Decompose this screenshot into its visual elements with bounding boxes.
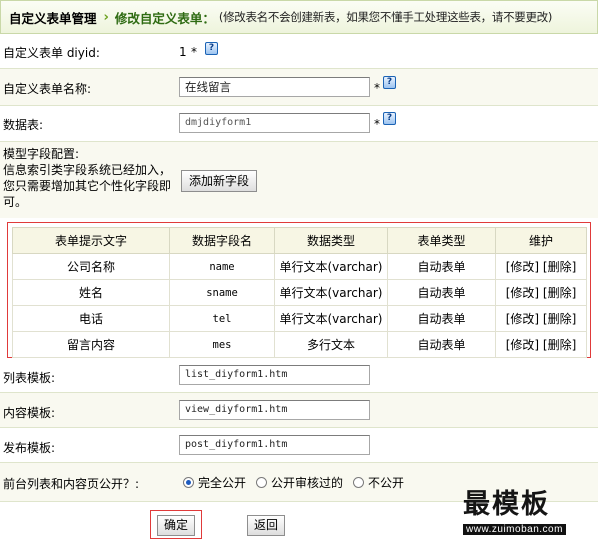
fields-table-box: 表单提示文字 数据字段名 数据类型 表单类型 维护 公司名称 name 单行文本… <box>7 222 591 358</box>
field-form-type: 自动表单 <box>387 253 496 280</box>
diyid-label: 自定义表单 diyid: <box>3 46 100 60</box>
watermark-url: www.zuimoban.com <box>463 524 566 535</box>
page-header: 自定义表单管理 › 修改自定义表单： (修改表名不会创建新表，如果您不懂手工处理… <box>0 0 598 34</box>
visibility-radio-private[interactable] <box>353 477 365 488</box>
table-row: 留言内容 mes 多行文本 自动表单 [修改] [删除] <box>12 331 587 358</box>
field-form-type: 自动表单 <box>387 331 496 358</box>
view-template-label: 内容模板: <box>3 406 56 420</box>
field-name: tel <box>169 305 275 332</box>
post-template-label: 发布模板: <box>3 441 56 455</box>
table-row: 电话 tel 单行文本(varchar) 自动表单 [修改] [删除] <box>12 305 587 332</box>
visibility-option-label[interactable]: 不公开 <box>368 474 404 491</box>
model-config-row: 模型字段配置: 信息索引类字段系统已经加入，您只需要增加其它个性化字段即可。 添… <box>0 142 598 218</box>
diyid-row: 自定义表单 diyid: 1 * ? <box>0 34 598 69</box>
add-field-button[interactable]: 添加新字段 <box>181 170 257 192</box>
column-header: 数据类型 <box>274 227 388 254</box>
table-input[interactable]: dmjdiyform1 <box>179 113 370 133</box>
model-label: 模型字段配置: <box>3 147 80 161</box>
view-template-row: 内容模板: view_diyform1.htm <box>0 393 598 428</box>
column-header: 表单类型 <box>387 227 496 254</box>
question-help-icon[interactable]: ? <box>383 76 396 89</box>
field-data-type: 多行文本 <box>274 331 388 358</box>
model-description: 信息索引类字段系统已经加入，您只需要增加其它个性化字段即可。 <box>3 163 172 209</box>
field-data-type: 单行文本(varchar) <box>274 253 388 280</box>
field-label: 公司名称 <box>12 253 170 280</box>
field-name: sname <box>169 279 275 306</box>
list-template-input[interactable]: list_diyform1.htm <box>179 365 370 385</box>
breadcrumb-current: 修改自定义表单： <box>114 10 215 26</box>
name-label: 自定义表单名称: <box>3 82 92 96</box>
confirm-button[interactable]: 确定 <box>157 515 195 536</box>
column-header: 数据字段名 <box>169 227 275 254</box>
field-data-type: 单行文本(varchar) <box>274 305 388 332</box>
visibility-label: 前台列表和内容页公开？: <box>3 477 140 491</box>
delete-link[interactable]: [删除] <box>543 338 576 352</box>
section-title: 自定义表单管理 <box>9 10 97 26</box>
visibility-option-label[interactable]: 公开审核过的 <box>271 474 343 491</box>
maintenance-cell: [修改] [删除] <box>495 279 587 306</box>
post-template-input[interactable]: post_diyform1.htm <box>179 435 370 455</box>
header-note: (修改表名不会创建新表，如果您不懂手工处理这些表，请不要更改) <box>218 10 553 24</box>
maintenance-cell: [修改] [删除] <box>495 305 587 332</box>
field-data-type: 单行文本(varchar) <box>274 279 388 306</box>
edit-link[interactable]: [修改] <box>506 260 539 274</box>
required-mark: * <box>374 117 380 131</box>
table-header-row: 表单提示文字 数据字段名 数据类型 表单类型 维护 <box>12 227 587 254</box>
column-header: 表单提示文字 <box>12 227 170 254</box>
watermark-logo: 最模板 www.zuimoban.com <box>463 482 589 535</box>
delete-link[interactable]: [删除] <box>543 312 576 326</box>
column-header: 维护 <box>495 227 587 254</box>
table-row: 数据表: dmjdiyform1 * ? <box>0 106 598 142</box>
question-help-icon[interactable]: ? <box>205 42 218 55</box>
field-form-type: 自动表单 <box>387 279 496 306</box>
list-template-row: 列表模板: list_diyform1.htm <box>0 358 598 393</box>
field-label: 电话 <box>12 305 170 332</box>
visibility-radio-public[interactable] <box>183 477 194 488</box>
edit-link[interactable]: [修改] <box>506 286 539 300</box>
field-label: 姓名 <box>12 279 170 306</box>
field-name: mes <box>169 331 275 358</box>
question-help-icon[interactable]: ? <box>383 112 396 125</box>
maintenance-cell: [修改] [删除] <box>495 331 587 358</box>
table-row: 姓名 sname 单行文本(varchar) 自动表单 [修改] [删除] <box>12 279 587 306</box>
field-label: 留言内容 <box>12 331 170 358</box>
visibility-radio-approved[interactable] <box>256 477 268 488</box>
visibility-options: 完全公开 公开审核过的 不公开 <box>183 474 414 491</box>
name-input[interactable]: 在线留言 <box>179 77 370 97</box>
table-label: 数据表: <box>3 118 44 132</box>
post-template-row: 发布模板: post_diyform1.htm <box>0 428 598 463</box>
fields-table: 表单提示文字 数据字段名 数据类型 表单类型 维护 公司名称 name 单行文本… <box>12 227 587 358</box>
delete-link[interactable]: [删除] <box>543 260 576 274</box>
edit-link[interactable]: [修改] <box>506 312 539 326</box>
diyid-value: 1 <box>179 45 187 59</box>
required-mark: * <box>374 81 380 95</box>
field-form-type: 自动表单 <box>387 305 496 332</box>
edit-link[interactable]: [修改] <box>506 338 539 352</box>
name-row: 自定义表单名称: 在线留言 * ? <box>0 69 598 106</box>
view-template-input[interactable]: view_diyform1.htm <box>179 400 370 420</box>
maintenance-cell: [修改] [删除] <box>495 253 587 280</box>
field-name: name <box>169 253 275 280</box>
breadcrumb-arrow-icon: › <box>103 9 109 25</box>
back-button[interactable]: 返回 <box>247 515 285 536</box>
table-row: 公司名称 name 单行文本(varchar) 自动表单 [修改] [删除] <box>12 253 587 280</box>
required-mark: * <box>191 45 197 59</box>
list-template-label: 列表模板: <box>3 371 56 385</box>
watermark-title: 最模板 <box>463 489 550 520</box>
delete-link[interactable]: [删除] <box>543 286 576 300</box>
visibility-option-label[interactable]: 完全公开 <box>198 474 246 491</box>
